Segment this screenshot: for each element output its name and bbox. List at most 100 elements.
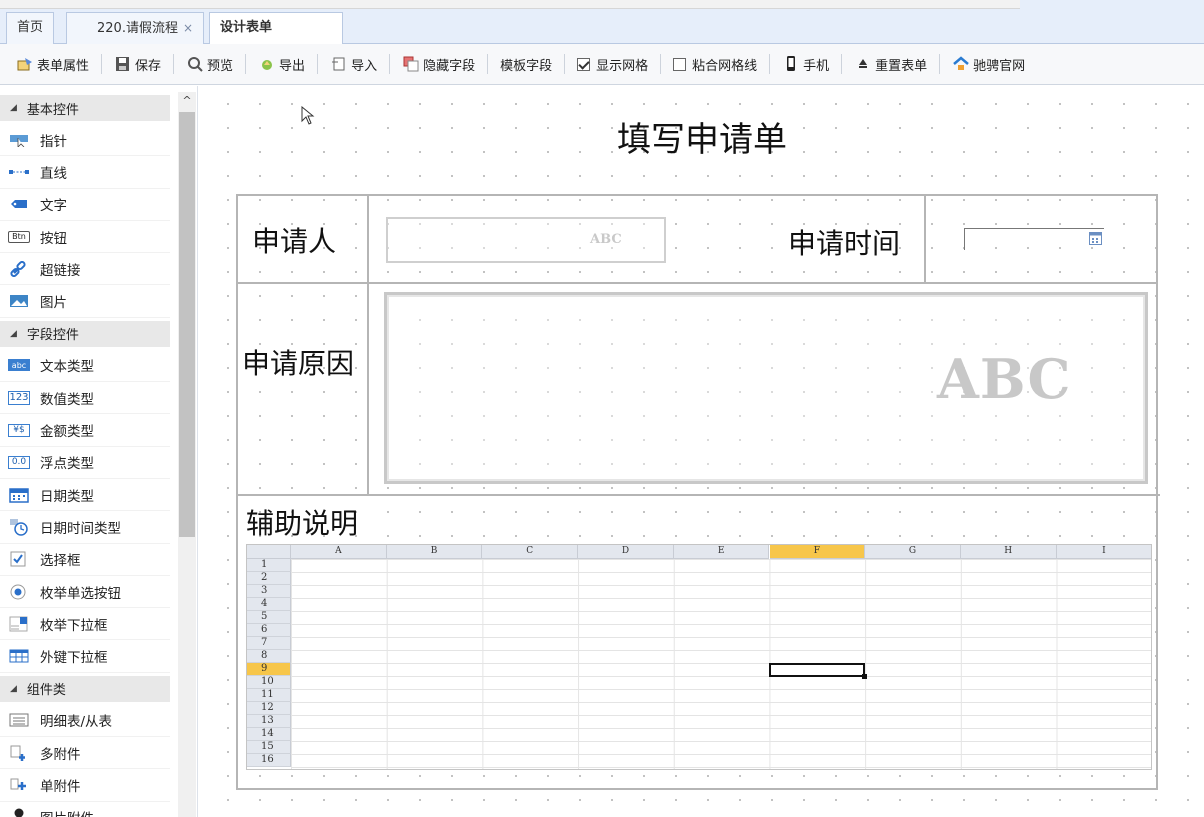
control-multi-attachment[interactable]: 多附件 (0, 737, 170, 770)
row-header[interactable]: 1 (247, 559, 291, 572)
scroll-up-arrow-icon[interactable]: ^ (178, 92, 196, 110)
control-hyperlink[interactable]: 超链接 (0, 253, 170, 286)
control-label: 直线 (40, 165, 67, 182)
control-float-type[interactable]: 0.0 浮点类型 (0, 447, 170, 479)
group-components[interactable]: ◢ 组件类 (0, 675, 170, 702)
design-canvas[interactable]: 填写申请单 申请人 ABC 申请时间 申请原因 ABC 辅助说明 ABCDEFG… (200, 86, 1204, 817)
calendar-icon (8, 487, 30, 503)
control-label: 枚举下拉框 (40, 617, 108, 634)
image-icon (8, 293, 30, 309)
row-header[interactable]: 13 (247, 715, 291, 728)
form-properties-icon (16, 56, 34, 72)
export-button[interactable]: 导出 (250, 50, 313, 78)
scroll-thumb[interactable] (179, 112, 195, 537)
save-button[interactable]: 保存 (106, 50, 169, 78)
control-checkbox[interactable]: 选择框 (0, 544, 170, 576)
row-header[interactable]: 3 (247, 585, 291, 598)
control-label: 浮点类型 (40, 456, 94, 473)
group-field-controls[interactable]: ◢ 字段控件 (0, 320, 170, 347)
row-header[interactable]: 6 (247, 624, 291, 637)
reason-textarea[interactable]: ABC (384, 292, 1148, 484)
row-header[interactable]: 9 (247, 663, 291, 676)
row-header[interactable]: 11 (247, 689, 291, 702)
show-grid-checkbox[interactable] (577, 57, 591, 71)
button-label: 显示网格 (596, 58, 649, 74)
control-detail-table[interactable]: 明细表/从表 (0, 705, 170, 738)
column-header[interactable]: C (482, 545, 579, 559)
toolbar-separator (245, 54, 247, 74)
notes-label[interactable]: 辅助说明 (246, 502, 358, 542)
collapse-triangle-icon: ◢ (10, 683, 17, 694)
applicant-input[interactable]: ABC (386, 217, 666, 263)
control-date-type[interactable]: 日期类型 (0, 479, 170, 512)
column-header[interactable]: D (578, 545, 674, 559)
show-grid-toggle[interactable]: 显示网格 (569, 50, 656, 78)
mobile-phone-icon (782, 56, 800, 72)
hide-fields-button[interactable]: 隐藏字段 (394, 50, 483, 78)
row-header[interactable]: 2 (247, 572, 291, 585)
column-header[interactable]: H (960, 545, 1057, 559)
control-line[interactable]: 直线 (0, 156, 170, 189)
mobile-button[interactable]: 手机 (774, 50, 837, 78)
row-header[interactable]: 15 (247, 741, 291, 754)
control-datetime-type[interactable]: 日期时间类型 (0, 511, 170, 544)
row-header[interactable]: 16 (247, 754, 291, 767)
control-number-type[interactable]: 123 数值类型 (0, 382, 170, 415)
control-text-type[interactable]: abc 文本类型 (0, 350, 170, 383)
control-fk-dropdown[interactable]: 外键下拉框 (0, 640, 170, 673)
row-header[interactable]: 12 (247, 702, 291, 715)
reset-form-button[interactable]: 重置表单 (846, 50, 935, 78)
button-icon: Btn (8, 230, 30, 243)
apply-time-label[interactable]: 申请时间 (788, 222, 900, 262)
row-header[interactable]: 5 (247, 611, 291, 624)
control-single-attachment[interactable]: 单附件 (0, 769, 170, 802)
tab-design-form[interactable]: 设计表单22001× (209, 12, 343, 66)
toolbar-separator (769, 54, 771, 74)
control-text[interactable]: 文字 (0, 189, 170, 221)
tab-leave-process[interactable]: 220.请假流程 × (66, 12, 204, 44)
spreadsheet-grid[interactable]: ABCDEFGHI 1 2 3 4 5 6 7 8 9 10 11 12 13 14 15 16 (246, 544, 1152, 770)
form-title[interactable]: 填写申请单 (200, 112, 1204, 161)
column-header[interactable]: G (865, 545, 961, 559)
control-pointer[interactable]: 指针 (0, 124, 170, 157)
row-header[interactable]: 8 (247, 650, 291, 663)
reason-label[interactable]: 申请原因 (242, 342, 354, 382)
control-button[interactable]: Btn 按钮 (0, 221, 170, 254)
control-enum-dropdown[interactable]: 枚举下拉框 (0, 608, 170, 641)
column-header[interactable]: B (386, 545, 483, 559)
button-label: 重置表单 (875, 58, 928, 74)
tab-home[interactable]: 首页 (6, 12, 55, 44)
import-button[interactable]: 导入 (322, 50, 385, 78)
snap-grid-toggle[interactable]: 粘合网格线 (665, 50, 765, 78)
sidebar-scrollbar[interactable]: ^ (178, 92, 196, 817)
row-header[interactable]: 10 (247, 676, 291, 689)
control-enum-radio[interactable]: 枚举单选按钮 (0, 576, 170, 609)
column-header[interactable]: A (291, 545, 387, 559)
row-header[interactable]: 14 (247, 728, 291, 741)
column-header[interactable]: F (769, 545, 866, 559)
control-image[interactable]: 图片 (0, 285, 170, 318)
person-icon (8, 808, 30, 817)
preview-button[interactable]: 预览 (178, 50, 241, 78)
column-header[interactable]: I (1056, 545, 1151, 559)
control-image-attachment[interactable]: 图片附件 (0, 802, 170, 817)
control-label: 日期时间类型 (40, 520, 121, 537)
snap-grid-checkbox[interactable] (673, 57, 687, 71)
row-header[interactable]: 7 (247, 637, 291, 650)
form-properties-button[interactable]: 表单属性 (8, 50, 97, 78)
apply-time-date-input[interactable] (964, 228, 1104, 250)
row-header[interactable]: 4 (247, 598, 291, 611)
group-basic-controls[interactable]: ◢ 基本控件 (0, 95, 170, 121)
toolbar-separator (939, 54, 941, 74)
column-header[interactable]: E (673, 545, 770, 559)
close-icon[interactable]: × (183, 21, 193, 35)
selected-cell[interactable] (769, 663, 867, 679)
calendar-icon[interactable] (1089, 232, 1102, 245)
sheet-corner[interactable] (247, 545, 291, 559)
control-money-type[interactable]: ¥$ 金额类型 (0, 414, 170, 447)
website-button[interactable]: 驰骋官网 (944, 50, 1033, 78)
applicant-label[interactable]: 申请人 (252, 220, 336, 260)
button-label: 手机 (803, 58, 830, 74)
template-fields-button[interactable]: 模板字段 (492, 50, 560, 78)
detail-table-icon (8, 712, 30, 728)
